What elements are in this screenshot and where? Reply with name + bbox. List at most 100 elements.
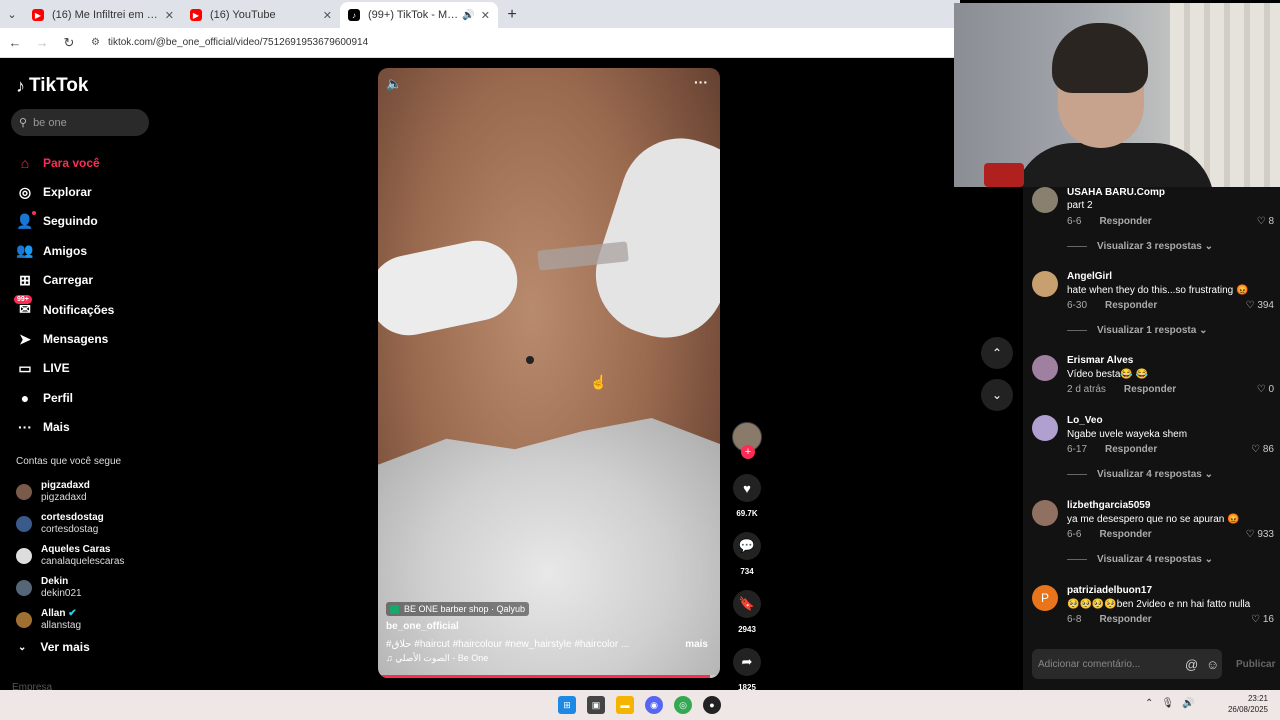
close-tab-icon[interactable]: ✕ xyxy=(165,9,174,22)
url-field[interactable]: ⚙ tiktok.com/@be_one_official/video/7512… xyxy=(91,37,368,48)
view-replies-button[interactable]: Visualizar 3 respostas ⌄ xyxy=(1067,241,1213,252)
author-avatar[interactable]: + xyxy=(732,422,762,459)
menu-label: Notificações xyxy=(43,302,115,317)
obs-icon[interactable]: ● xyxy=(703,696,721,714)
chrome-icon[interactable]: ◎ xyxy=(674,696,692,714)
close-tab-icon[interactable]: ✕ xyxy=(323,9,332,22)
chevron-up-icon[interactable]: ⌃ xyxy=(981,337,1013,369)
windows-start-icon[interactable]: ⊞ xyxy=(558,696,576,714)
mention-icon[interactable]: @ xyxy=(1185,657,1198,672)
avatar[interactable] xyxy=(1032,271,1058,297)
menu-item-live[interactable]: ▭ LIVE xyxy=(16,354,114,383)
volume-icon[interactable]: 🔈 xyxy=(386,76,402,92)
comment-like[interactable]: ♡ 86 xyxy=(1251,444,1274,455)
menu-item-mensagens[interactable]: ➤ Mensagens xyxy=(16,324,114,353)
publish-button[interactable]: Publicar xyxy=(1236,659,1275,670)
comment-like[interactable]: ♡ 0 xyxy=(1257,384,1274,395)
comments-panel: USAHA BARU.Comp part 2 6-6 Responder ♡ 8 … xyxy=(1023,187,1280,690)
browser-tab[interactable]: ▶ (16) Me Infiltrei em um MERCADO ✕ xyxy=(24,2,182,28)
mouse-cursor-icon: ☝ xyxy=(590,374,608,390)
share-action[interactable]: ➦ 1825 xyxy=(727,648,767,692)
comment-like[interactable]: ♡ 933 xyxy=(1246,529,1274,540)
location-tag[interactable]: BE ONE barber shop · Qalyub xyxy=(386,602,530,616)
video-player[interactable]: ☝ 🔈 ··· BE ONE barber shop · Qalyub be_o… xyxy=(378,68,720,678)
video-author[interactable]: be_one_official xyxy=(386,621,459,632)
follow-item[interactable]: pigzadaxd pigzadaxd xyxy=(16,476,124,508)
chevron-down-icon[interactable]: ⌄ xyxy=(981,379,1013,411)
microphone-icon[interactable]: 🎙 xyxy=(1161,698,1174,709)
menu-item-para-voce[interactable]: ⌂ Para você xyxy=(16,148,114,177)
comment-author[interactable]: USAHA BARU.Comp xyxy=(1067,187,1165,198)
menu-item-amigos[interactable]: 👥 Amigos xyxy=(16,236,114,265)
speaker-icon[interactable]: 🔊 xyxy=(1182,698,1194,709)
speaker-icon[interactable]: 🔊 xyxy=(462,10,474,21)
more-options-icon[interactable]: ··· xyxy=(694,74,708,90)
emoji-icon[interactable]: ☺ xyxy=(1206,657,1219,672)
browser-tab-active[interactable]: ♪ (99+) TikTok - Make Your Day 🔊 ✕ xyxy=(340,2,498,28)
comment-author[interactable]: Erismar Alves xyxy=(1067,355,1133,366)
ver-mais-button[interactable]: ⌄ Ver mais xyxy=(18,640,90,654)
view-replies-button[interactable]: Visualizar 4 respostas ⌄ xyxy=(1067,554,1213,565)
follow-item[interactable]: Allan ✔ allanstag xyxy=(16,604,124,636)
avatar[interactable]: P xyxy=(1032,585,1058,611)
video-hashtags[interactable]: #حلاق #haircut #haircolour #new_hairstyl… xyxy=(386,639,646,650)
close-tab-icon[interactable]: ✕ xyxy=(481,9,490,22)
bookmark-icon: 🔖 xyxy=(733,590,761,618)
comment-like[interactable]: ♡ 16 xyxy=(1251,614,1274,625)
menu-item-carregar[interactable]: ⊞ Carregar xyxy=(16,266,114,295)
empresa-link[interactable]: Empresa xyxy=(12,682,52,690)
video-music[interactable]: ♫ الصوت الأصلي - Be One xyxy=(386,653,488,664)
follow-item[interactable]: Dekin dekin021 xyxy=(16,572,124,604)
tiktok-logo[interactable]: ♪ TikTok xyxy=(16,75,88,97)
comment-date: 6-30 xyxy=(1067,300,1088,311)
view-replies-button[interactable]: Visualizar 1 resposta ⌄ xyxy=(1067,325,1207,336)
like-count: 16 xyxy=(1262,614,1274,625)
comment-like[interactable]: ♡ 394 xyxy=(1246,300,1274,311)
avatar[interactable] xyxy=(1032,500,1058,526)
comment-author[interactable]: Lo_Veo xyxy=(1067,415,1103,426)
reply-button[interactable]: Responder xyxy=(1105,300,1157,311)
reply-button[interactable]: Responder xyxy=(1124,384,1176,395)
menu-item-seguindo[interactable]: 👤 Seguindo xyxy=(16,207,114,236)
menu-item-explorar[interactable]: ◎ Explorar xyxy=(16,177,114,206)
avatar[interactable] xyxy=(1032,415,1058,441)
menu-item-perfil[interactable]: ● Perfil xyxy=(16,383,114,412)
chevron-up-icon[interactable]: ⌃ xyxy=(1145,698,1153,709)
reload-icon[interactable]: ↻ xyxy=(57,35,81,51)
site-settings-icon[interactable]: ⚙ xyxy=(91,37,100,48)
system-clock[interactable]: 23:21 26/08/2025 xyxy=(1226,693,1268,715)
view-replies-label: Visualizar 4 respostas xyxy=(1097,469,1202,480)
comment-like[interactable]: ♡ 8 xyxy=(1257,216,1274,227)
avatar[interactable] xyxy=(1032,355,1058,381)
follow-plus-icon[interactable]: + xyxy=(741,445,755,459)
comment-action[interactable]: 💬 734 xyxy=(727,532,767,576)
like-count: 394 xyxy=(1257,300,1274,311)
save-action[interactable]: 🔖 2943 xyxy=(727,590,767,634)
menu-item-mais[interactable]: ··· Mais xyxy=(16,413,114,442)
video-more-link[interactable]: mais xyxy=(685,639,708,650)
new-tab-button[interactable]: + xyxy=(498,2,526,28)
follow-item[interactable]: cortesdostag cortesdostag xyxy=(16,508,124,540)
browser-tab[interactable]: ▶ (16) YouTube ✕ xyxy=(182,2,340,28)
more-icon: ··· xyxy=(18,419,32,436)
comment-author[interactable]: lizbethgarcia5059 xyxy=(1067,500,1150,511)
back-icon[interactable]: ← xyxy=(3,35,27,50)
avatar[interactable] xyxy=(1032,187,1058,213)
comment-author[interactable]: patriziadelbuon17 xyxy=(1067,585,1152,596)
comment-author[interactable]: AngelGirl xyxy=(1067,271,1112,282)
search-input[interactable]: ⚲ be one xyxy=(11,109,149,136)
tab-search-chevron-icon[interactable]: ⌄ xyxy=(0,0,24,28)
reply-button[interactable]: Responder xyxy=(1099,216,1151,227)
discord-icon[interactable]: ◉ xyxy=(645,696,663,714)
task-view-icon[interactable]: ▣ xyxy=(587,696,605,714)
view-replies-button[interactable]: Visualizar 4 respostas ⌄ xyxy=(1067,469,1213,480)
folder-icon[interactable]: ▬ xyxy=(616,696,634,714)
reply-button[interactable]: Responder xyxy=(1099,529,1151,540)
menu-item-notificacoes[interactable]: ✉ 99+ Notificações xyxy=(14,294,115,324)
follow-item[interactable]: Aqueles Caras canalaquelescaras xyxy=(16,540,124,572)
forward-icon[interactable]: → xyxy=(30,35,54,50)
reply-button[interactable]: Responder xyxy=(1099,614,1151,625)
reply-button[interactable]: Responder xyxy=(1105,444,1157,455)
like-action[interactable]: ♥ 69.7K xyxy=(727,474,767,518)
video-progress-bar[interactable] xyxy=(378,675,720,678)
